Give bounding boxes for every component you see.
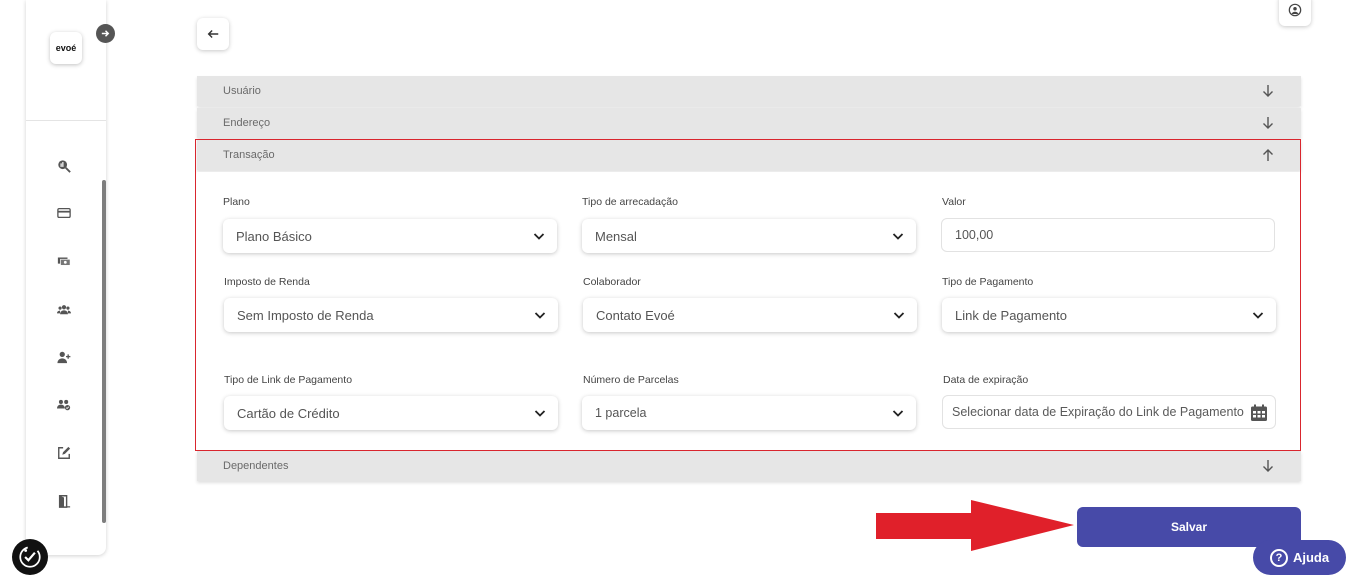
users-icon[interactable] <box>56 301 72 317</box>
arrow-down-icon <box>1263 460 1273 472</box>
save-button-label: Salvar <box>1170 520 1208 534</box>
sidebar-divider <box>26 120 106 121</box>
section-title: Usuário <box>223 85 261 97</box>
tipo-link-select[interactable]: Cartão de Crédito <box>224 396 558 430</box>
data-expiracao-input[interactable]: Selecionar data de Expiração do Link de … <box>942 395 1276 429</box>
chevron-down-icon <box>893 312 905 319</box>
user-add-icon[interactable] <box>56 349 72 365</box>
section-title: Transação <box>223 149 275 161</box>
app-root: evoé Usuário Endereço Transação Plano Pl… <box>0 0 1360 576</box>
data-expiracao-label: Data de expiração <box>943 374 1029 386</box>
help-button[interactable]: ? Ajuda <box>1253 540 1346 575</box>
search-chart-icon[interactable] <box>56 158 72 174</box>
sidebar-scrollbar[interactable] <box>102 180 106 523</box>
users-group-icon[interactable] <box>56 397 72 413</box>
accessibility-badge-icon[interactable] <box>12 539 48 575</box>
section-transacao-header[interactable]: Transação <box>197 140 1301 170</box>
chevron-down-icon <box>534 312 546 319</box>
chevron-down-icon <box>534 410 546 417</box>
colaborador-select[interactable]: Contato Evoé <box>583 298 917 332</box>
card-icon[interactable] <box>56 205 72 221</box>
chevron-down-icon <box>1252 312 1264 319</box>
section-title: Endereço <box>223 117 271 129</box>
valor-input[interactable]: 100,00 <box>941 218 1275 252</box>
section-dependentes-header[interactable]: Dependentes <box>197 451 1301 481</box>
arrow-down-icon <box>1263 117 1273 129</box>
tipo-link-label: Tipo de Link de Pagamento <box>224 374 353 386</box>
question-icon: ? <box>1269 548 1288 567</box>
money-icon[interactable] <box>56 253 72 269</box>
chevron-down-icon <box>892 410 904 417</box>
edit-icon[interactable] <box>56 445 72 461</box>
arrow-up-icon <box>1263 149 1273 161</box>
valor-label: Valor <box>942 196 966 208</box>
chevron-down-icon <box>892 233 904 240</box>
arrow-down-icon <box>1263 85 1273 97</box>
section-usuario-header[interactable]: Usuário <box>197 76 1301 106</box>
tipo-link-value: Cartão de Crédito <box>237 405 340 421</box>
back-button[interactable] <box>197 18 229 50</box>
numero-parcelas-select[interactable]: 1 parcela <box>582 396 916 430</box>
valor-value: 100,00 <box>955 228 994 242</box>
red-arrow-annotation <box>876 500 1074 551</box>
plano-select[interactable]: Plano Básico <box>223 219 557 253</box>
plano-value: Plano Básico <box>236 228 312 244</box>
logo[interactable]: evoé <box>50 32 82 64</box>
tipo-pagamento-label: Tipo de Pagamento <box>942 276 1034 288</box>
plano-label: Plano <box>223 196 250 208</box>
chevron-down-icon <box>533 233 545 240</box>
imposto-renda-select[interactable]: Sem Imposto de Renda <box>224 298 558 332</box>
exit-door-icon[interactable] <box>56 493 72 509</box>
user-menu-button[interactable] <box>1279 0 1311 26</box>
logo-text: evoé <box>55 43 77 53</box>
tipo-arrecadacao-select[interactable]: Mensal <box>582 219 916 253</box>
data-expiracao-placeholder: Selecionar data de Expiração do Link de … <box>952 405 1244 419</box>
arrow-right-circle-icon[interactable] <box>96 24 115 43</box>
colaborador-value: Contato Evoé <box>596 307 675 323</box>
colaborador-label: Colaborador <box>583 276 641 288</box>
tipo-pagamento-select[interactable]: Link de Pagamento <box>942 298 1276 332</box>
tipo-pagamento-value: Link de Pagamento <box>955 307 1068 323</box>
sidebar: evoé <box>26 0 106 555</box>
calendar-icon[interactable] <box>1250 404 1268 422</box>
user-circle-icon <box>1288 3 1302 17</box>
section-endereco-header[interactable]: Endereço <box>197 108 1301 138</box>
numero-parcelas-value: 1 parcela <box>595 406 647 420</box>
numero-parcelas-label: Número de Parcelas <box>583 374 679 386</box>
tipo-arrecadacao-label: Tipo de arrecadação <box>582 196 678 208</box>
arrow-left-icon <box>207 30 219 38</box>
section-title: Dependentes <box>223 460 289 472</box>
imposto-renda-label: Imposto de Renda <box>224 276 310 288</box>
help-button-label: Ajuda <box>1292 550 1330 565</box>
imposto-renda-value: Sem Imposto de Renda <box>237 307 374 323</box>
tipo-arrecadacao-value: Mensal <box>595 228 637 244</box>
